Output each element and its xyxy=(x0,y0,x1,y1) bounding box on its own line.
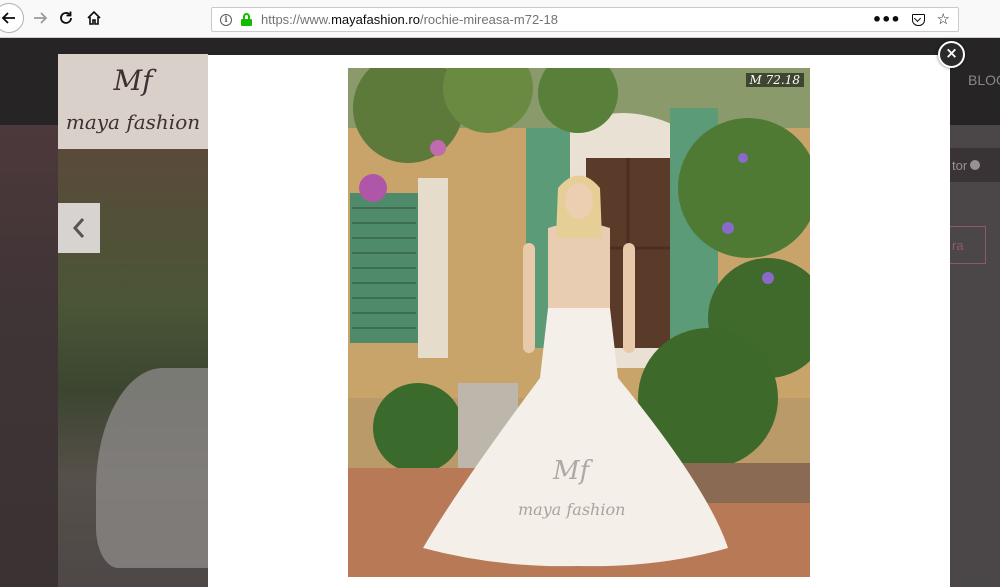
lock-icon[interactable] xyxy=(241,13,252,26)
logo-monogram: Mf xyxy=(113,64,153,97)
forward-arrow-icon[interactable] xyxy=(26,4,54,32)
gallery-prev-button[interactable] xyxy=(58,203,100,253)
more-icon[interactable]: ••• xyxy=(872,11,901,28)
watermark-text: maya fashion xyxy=(518,500,626,519)
browser-toolbar: i https://www.mayafashion.ro/rochie-mire… xyxy=(0,0,1000,38)
back-arrow-icon[interactable] xyxy=(0,3,24,33)
close-icon[interactable]: × xyxy=(938,41,965,68)
right-action-label: tor xyxy=(952,157,968,173)
page-right-panel xyxy=(950,125,1000,587)
page-left-panel xyxy=(0,125,58,587)
dress-photo: M 72.18 Mf maya fashion xyxy=(348,68,810,577)
site-logo[interactable]: Mf maya fashion xyxy=(58,54,208,149)
right-outline-label: ra xyxy=(952,237,964,253)
url-bar[interactable]: i https://www.mayafashion.ro/rochie-mire… xyxy=(211,7,959,32)
right-action-button[interactable]: tor xyxy=(950,148,1000,182)
right-outline-button[interactable]: ra xyxy=(950,226,986,264)
url-host: mayafashion.ro xyxy=(331,12,420,27)
url-text[interactable]: https://www.mayafashion.ro/rochie-mireas… xyxy=(261,12,558,27)
star-icon[interactable]: ☆ xyxy=(937,12,950,27)
url-path: /rochie-mireasa-m72-18 xyxy=(419,12,558,27)
url-prefix: https://www. xyxy=(261,12,332,27)
arrow-circle-icon xyxy=(970,160,981,170)
lightbox-modal: M 72.18 Mf maya fashion xyxy=(208,55,950,587)
home-icon[interactable] xyxy=(80,4,108,32)
nav-link-blog[interactable]: BLOG xyxy=(968,72,1000,88)
logo-text: maya fashion xyxy=(65,110,201,134)
model-code-label: M 72.18 xyxy=(745,73,804,87)
info-icon[interactable]: i xyxy=(220,13,232,26)
pocket-icon[interactable] xyxy=(911,13,925,26)
watermark-monogram: Mf xyxy=(553,456,590,486)
reload-icon[interactable] xyxy=(52,4,80,32)
